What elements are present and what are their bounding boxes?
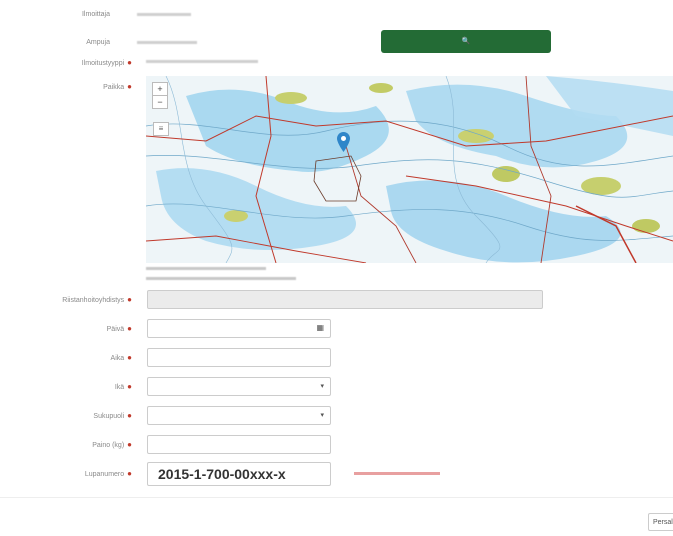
divider (0, 497, 673, 498)
coordinates-text (146, 266, 266, 272)
chevron-down-icon: ▾ (320, 412, 324, 419)
age-select[interactable]: ▾ (147, 377, 331, 396)
zoom-out-button[interactable]: − (152, 95, 168, 109)
hunter-value (137, 40, 197, 46)
layers-icon[interactable]: ≡ (153, 122, 169, 136)
required-icon: ● (127, 295, 132, 304)
gender-select[interactable]: ▾ (147, 406, 331, 425)
required-icon: ● (127, 440, 132, 449)
required-icon: ● (127, 469, 132, 478)
required-icon: ● (127, 324, 132, 333)
hunter-label: Ampuja (86, 39, 110, 46)
required-icon: ● (127, 82, 132, 91)
age-label: Ikä ● (114, 382, 132, 391)
required-icon: ● (127, 353, 132, 362)
sender-value (137, 12, 191, 18)
date-field[interactable]: ▦ (147, 319, 331, 338)
map-image (146, 76, 673, 263)
gender-label: Sukupuoli ● (93, 411, 132, 420)
sender-label: Ilmoittaja (81, 11, 110, 18)
time-field[interactable] (147, 348, 331, 367)
notification-type-value (146, 59, 258, 65)
property-text (146, 276, 296, 282)
date-label: Päivä ● (106, 324, 132, 333)
weight-label: Paino (kg) ● (92, 440, 132, 449)
zoom-in-button[interactable]: + (152, 82, 168, 96)
permit-number-field[interactable]: 2015-1-700-00xxx-x (147, 462, 331, 486)
permit-error-text (354, 470, 440, 477)
search-icon: 🔍 (461, 38, 471, 45)
required-icon: ● (127, 411, 132, 420)
notification-type-label: Ilmoitustyyppi ● (81, 58, 132, 67)
required-icon: ● (127, 382, 132, 391)
hunting-club-field (147, 290, 543, 309)
search-button[interactable]: 🔍 (381, 30, 551, 53)
permit-label: Lupanumero ● (84, 469, 132, 478)
calendar-icon[interactable]: ▦ (316, 323, 324, 332)
map-marker-icon[interactable] (337, 132, 350, 152)
location-map[interactable]: + − ≡ (146, 76, 673, 263)
hunting-club-label: Riistanhoitoyhdistys ● (62, 295, 132, 304)
chevron-down-icon: ▾ (320, 383, 324, 390)
required-icon: ● (127, 58, 132, 67)
weight-field[interactable] (147, 435, 331, 454)
location-label: Paikka ● (103, 82, 132, 91)
time-label: Aika ● (110, 353, 132, 362)
save-button[interactable]: Persal (648, 513, 673, 531)
